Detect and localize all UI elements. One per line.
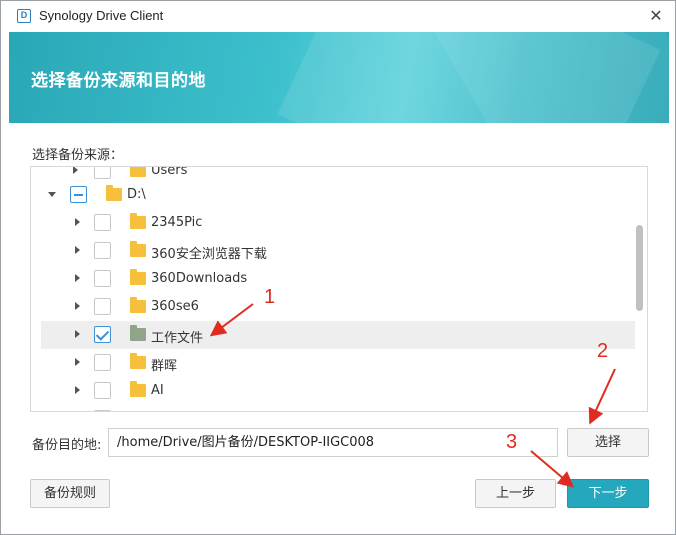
checkbox[interactable] xyxy=(94,410,111,411)
checkbox[interactable] xyxy=(94,242,111,259)
checkbox[interactable] xyxy=(94,167,111,179)
expand-arrow-icon[interactable] xyxy=(75,330,80,338)
checkbox[interactable] xyxy=(94,382,111,399)
close-button[interactable]: ✕ xyxy=(645,5,667,27)
checkbox-checked[interactable] xyxy=(94,326,111,343)
header-banner: 选择备份来源和目的地 xyxy=(9,32,669,123)
annotation-number-1: 1 xyxy=(264,286,276,308)
tree-row-ai[interactable]: AI xyxy=(31,377,636,405)
tree-row-360se6[interactable]: 360se6 xyxy=(31,293,636,321)
expand-arrow-icon[interactable] xyxy=(75,358,80,366)
synology-drive-icon: D xyxy=(17,9,31,23)
expand-arrow-icon[interactable] xyxy=(75,246,80,254)
tree-row-360browser[interactable]: 360安全浏览器下载 xyxy=(31,237,636,265)
title-bar: D Synology Drive Client ✕ xyxy=(1,1,675,32)
folder-icon xyxy=(130,167,146,177)
folder-tree: Users D:\ 2345Pic 360安全浏览器下载 360Download… xyxy=(30,166,648,412)
expand-arrow-icon[interactable] xyxy=(75,218,80,226)
folder-icon xyxy=(106,185,122,201)
destination-path-field[interactable]: /home/Drive/图片备份/DESKTOP-IIGC008 xyxy=(108,428,558,457)
folder-icon xyxy=(130,241,146,257)
folder-icon xyxy=(130,213,146,229)
tree-row-work-files[interactable]: 工作文件 xyxy=(41,321,635,349)
scrollbar-thumb[interactable] xyxy=(636,225,643,311)
tree-row-label: Users xyxy=(151,166,188,178)
destination-label: 备份目的地: xyxy=(32,438,102,453)
tree-row-2345pic[interactable]: 2345Pic xyxy=(31,209,636,237)
expand-arrow-icon[interactable] xyxy=(75,386,80,394)
source-label: 选择备份来源： xyxy=(32,148,124,163)
page-title: 选择备份来源和目的地 xyxy=(31,71,206,91)
backup-rules-button[interactable]: 备份规则 xyxy=(30,479,110,508)
expand-arrow-icon[interactable] xyxy=(75,302,80,310)
folder-icon xyxy=(130,353,146,369)
folder-icon xyxy=(130,325,146,341)
tree-row-synology[interactable]: 群晖 xyxy=(31,349,636,377)
checkbox[interactable] xyxy=(94,270,111,287)
tree-row-label: 360安全浏览器下载 xyxy=(151,247,267,262)
tree-row-label: 群晖 xyxy=(151,359,178,374)
tree-row-drive-d[interactable]: D:\ xyxy=(31,181,636,209)
folder-icon xyxy=(130,297,146,313)
annotation-number-3: 3 xyxy=(506,431,518,453)
tree-row-label: AI xyxy=(151,383,164,398)
tree-row-label: 360Downloads xyxy=(151,271,248,286)
tree-row-label: 工作文件 xyxy=(151,331,204,346)
expand-arrow-icon[interactable] xyxy=(73,167,78,174)
next-button[interactable]: 下一步 xyxy=(567,479,649,508)
tree-row-360downloads[interactable]: 360Downloads xyxy=(31,265,636,293)
previous-button[interactable]: 上一步 xyxy=(475,479,556,508)
folder-icon xyxy=(130,381,146,397)
select-destination-button[interactable]: 选择 xyxy=(567,428,649,457)
checkbox[interactable] xyxy=(94,298,111,315)
checkbox[interactable] xyxy=(94,354,111,371)
folder-icon xyxy=(130,269,146,285)
expand-arrow-icon[interactable] xyxy=(75,274,80,282)
checkbox-partial[interactable] xyxy=(70,186,87,203)
tree-row-partial[interactable] xyxy=(31,405,636,411)
dialog-window: D Synology Drive Client ✕ 选择备份来源和目的地 选择备… xyxy=(0,0,676,535)
annotation-number-2: 2 xyxy=(597,340,609,362)
tree-row-label: D:\ xyxy=(127,187,146,202)
tree-row-label: 360se6 xyxy=(151,299,199,314)
window-title: Synology Drive Client xyxy=(39,8,164,23)
checkbox[interactable] xyxy=(94,214,111,231)
collapse-arrow-icon[interactable] xyxy=(48,192,56,197)
tree-row-label: 2345Pic xyxy=(151,215,203,230)
